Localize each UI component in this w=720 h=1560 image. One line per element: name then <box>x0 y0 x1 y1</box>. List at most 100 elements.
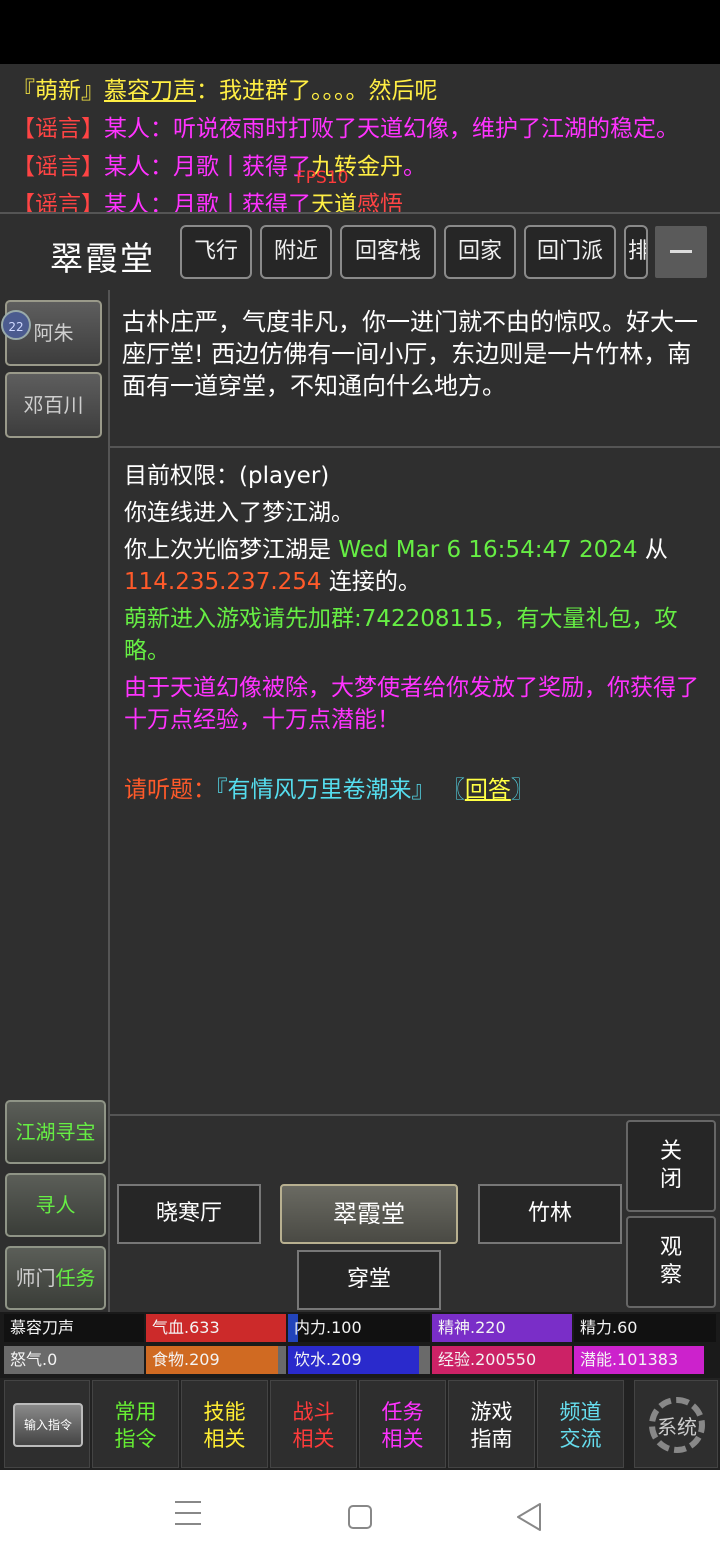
more-quick-button[interactable]: 排 <box>624 225 648 279</box>
mp-label: 内力.100 <box>294 1318 362 1337</box>
quest-label-a: 师门 <box>15 1266 56 1290</box>
stats-panel: 慕容刀声 气血.633 内力.100 精神.220 精力.60 怒气.0 食物.… <box>0 1312 720 1378</box>
chat-text: 感悟 <box>357 192 403 212</box>
return-sect-button[interactable]: 回门派 <box>524 225 616 279</box>
current-room-button[interactable]: 翠霞堂 <box>280 1184 458 1244</box>
energy-bar: 精力.60 <box>574 1314 716 1342</box>
player-name-text: 慕容刀声 <box>10 1318 75 1337</box>
quest-label-b: 任务 <box>55 1266 96 1290</box>
game-guide-button[interactable]: 游戏 指南 <box>448 1380 535 1468</box>
hp-bar: 气血.633 <box>146 1314 286 1342</box>
hp-label: 气血.633 <box>152 1318 220 1337</box>
nav-label: 游戏 <box>470 1400 513 1424</box>
water-bar: 饮水.209 <box>288 1346 430 1374</box>
close-label: 关 <box>659 1139 682 1164</box>
chat-panel[interactable]: 『萌新』慕容刀声：我进群了。。。。然后呢 【谣言】某人：听说夜雨时打败了天道幻像… <box>0 64 720 212</box>
level-badge: 22 <box>1 310 31 340</box>
npc-name: 邓百川 <box>23 393 84 417</box>
exp-bar: 经验.200550 <box>432 1346 572 1374</box>
npc-name: 阿朱 <box>33 321 74 345</box>
look-label: 观 <box>659 1235 682 1260</box>
nav-label: 任务 <box>381 1400 424 1424</box>
minus-icon <box>670 250 692 253</box>
find-person-button[interactable]: 寻人 <box>5 1173 106 1237</box>
player-name-link[interactable]: 慕容刀声 <box>104 78 196 104</box>
last-login-line: 你上次光临梦江湖是 Wed Mar 6 16:54:47 2024 从 114.2… <box>124 534 706 598</box>
chat-line: 【谣言】某人：听说夜雨时打败了天道幻像，维护了江湖的稳定。 <box>12 110 679 148</box>
close-button[interactable]: 关闭 <box>626 1120 716 1212</box>
log-text: 你上次光临梦江湖是 <box>124 537 339 563</box>
quests-button[interactable]: 任务 相关 <box>359 1380 446 1468</box>
mp-bar: 内力.100 <box>288 1314 430 1342</box>
room-title: 翠霞堂 <box>50 239 155 278</box>
combat-button[interactable]: 战斗 相关 <box>270 1380 357 1468</box>
quiz-label: 请听题： <box>124 777 216 803</box>
chat-tag: 【谣言】 <box>12 154 104 180</box>
return-home-button[interactable]: 回家 <box>444 225 516 279</box>
status-bar <box>0 0 720 64</box>
npc-button[interactable]: 邓百川 <box>5 372 102 438</box>
reward-notice: 由于天道幻像被除，大梦使者给你发放了奖励，你获得了十万点经验，十万点潜能！ <box>124 675 699 733</box>
treasure-hunt-button[interactable]: 江湖寻宝 <box>5 1100 106 1164</box>
chat-line: 【谣言】某人：月歌丨获得了九转金丹。 <box>12 148 426 186</box>
collapse-button[interactable] <box>655 226 707 278</box>
npc-button[interactable]: 阿朱 22 <box>1 300 102 366</box>
chat-text: 某人：月歌丨获得了 <box>104 192 311 212</box>
water-label: 饮水.209 <box>294 1350 362 1369</box>
look-button[interactable]: 观察 <box>626 1216 716 1308</box>
chat-text: ：我进群了。。。。然后呢 <box>196 78 438 104</box>
nav-label: 相关 <box>292 1427 335 1451</box>
exits-panel: 晓寒厅 翠霞堂 竹林 穿堂 关闭 观察 <box>110 1116 720 1312</box>
nav-label: 技能 <box>203 1400 246 1424</box>
exit-west-button[interactable]: 晓寒厅 <box>117 1184 261 1244</box>
potential-bar: 潜能.101383 <box>574 1346 704 1374</box>
chat-tag: 『萌新』 <box>12 78 104 104</box>
food-label: 食物.209 <box>152 1350 220 1369</box>
quiz-answer-link[interactable]: 回答 <box>465 777 511 803</box>
last-login-time: Wed Mar 6 16:54:47 2024 <box>338 537 638 563</box>
menu-icon[interactable] <box>175 1501 201 1534</box>
keyboard-icon: 输入指令 <box>13 1403 83 1447</box>
quiz-question: 『有情风万里卷潮来』 <box>216 777 435 803</box>
fps-counter: FPS10 <box>296 168 349 188</box>
potential-label: 潜能.101383 <box>580 1350 679 1369</box>
nav-label: 常用 <box>114 1400 157 1424</box>
system-nav-bar <box>0 1470 720 1560</box>
nav-label: 频道 <box>559 1400 602 1424</box>
channel-chat-button[interactable]: 频道 交流 <box>537 1380 624 1468</box>
return-inn-button[interactable]: 回客栈 <box>340 225 436 279</box>
nav-label: 相关 <box>381 1427 424 1451</box>
skills-button[interactable]: 技能 相关 <box>181 1380 268 1468</box>
fly-button[interactable]: 飞行 <box>180 225 252 279</box>
exit-east-button[interactable]: 竹林 <box>478 1184 622 1244</box>
exit-south-button[interactable]: 穿堂 <box>297 1250 441 1310</box>
nav-label: 战斗 <box>292 1400 335 1424</box>
last-login-ip: 114.235.237.254 <box>124 569 322 595</box>
player-name: 慕容刀声 <box>4 1314 144 1342</box>
exp-label: 经验.200550 <box>438 1350 537 1369</box>
message-log[interactable]: 目前权限：(player) 你连线进入了梦江湖。 你上次光临梦江湖是 Wed M… <box>110 448 720 1116</box>
input-command-button[interactable]: 输入指令 <box>4 1380 90 1468</box>
spirit-bar: 精神.220 <box>432 1314 572 1342</box>
room-description: 古朴庄严，气度非凡，你一进门就不由的惊叹。好大一座厅堂! 西边仿佛有一间小厅，东… <box>110 290 720 448</box>
bracket: 〖 <box>441 777 465 803</box>
nav-label: 指南 <box>470 1427 513 1451</box>
close-label: 闭 <box>659 1167 682 1192</box>
group-notice: 萌新进入游戏请先加群:742208115，有大量礼包，攻略。 <box>124 606 678 664</box>
energy-label: 精力.60 <box>580 1318 638 1337</box>
chat-text: 。 <box>403 154 426 180</box>
nearby-button[interactable]: 附近 <box>260 225 332 279</box>
home-icon[interactable] <box>348 1505 372 1529</box>
bottom-nav: 输入指令 常用 指令 技能 相关 战斗相关 任务相关 游戏指南 频道交流 系统 <box>0 1378 720 1470</box>
quiz-line: 请听题：『有情风万里卷潮来』 〖回答〗 <box>124 774 706 806</box>
sect-quest-button[interactable]: 师门任务 <box>5 1246 106 1310</box>
permission-line: 目前权限：(player) <box>124 463 330 489</box>
chat-text: 某人：听说夜雨时打败了天道幻像，维护了江湖的稳定。 <box>104 116 679 142</box>
system-label: 系统 <box>657 1415 697 1439</box>
nav-label: 交流 <box>559 1427 602 1451</box>
chat-item: 天道 <box>311 192 357 212</box>
system-button[interactable]: 系统 <box>634 1380 718 1468</box>
common-commands-button[interactable]: 常用 指令 <box>92 1380 179 1468</box>
chat-tag: 【谣言】 <box>12 116 104 142</box>
back-icon[interactable] <box>516 1502 544 1532</box>
